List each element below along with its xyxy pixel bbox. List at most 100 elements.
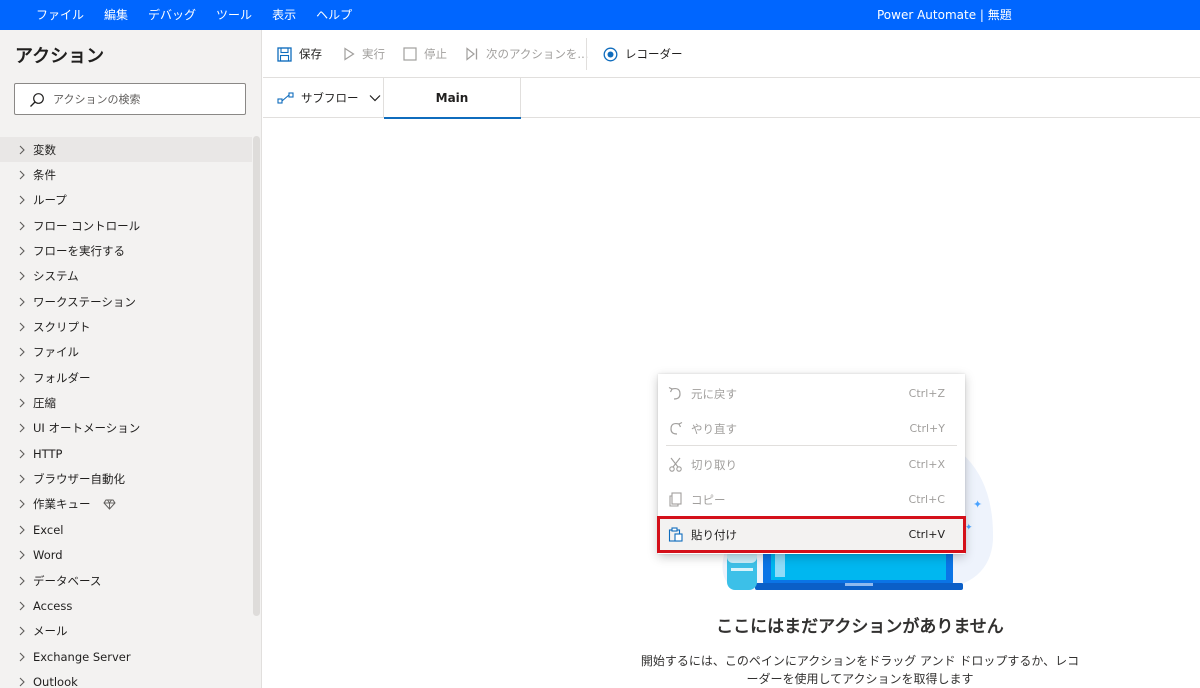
- tree-item-file[interactable]: ファイル: [0, 340, 252, 365]
- tree-item-label: Word: [33, 548, 63, 563]
- shortcut-label: Ctrl+V: [908, 528, 945, 541]
- menu-debug[interactable]: デバッグ: [138, 0, 206, 30]
- menu-divider: [666, 445, 957, 446]
- chevron-right-icon: [18, 398, 30, 408]
- tree-item-conditionals[interactable]: 条件: [0, 162, 252, 187]
- undo-icon: [668, 386, 683, 401]
- chevron-right-icon: [18, 297, 30, 307]
- tree-item-database[interactable]: データベース: [0, 568, 252, 593]
- app-title: Power Automate | 無題: [877, 8, 1012, 22]
- redo-icon: [668, 421, 683, 436]
- tree-item-label: フローを実行する: [33, 244, 125, 259]
- shortcut-label: Ctrl+C: [908, 493, 945, 506]
- menu-view[interactable]: 表示: [262, 0, 306, 30]
- stop-button[interactable]: 停止: [403, 30, 447, 78]
- action-search-box[interactable]: [14, 83, 246, 115]
- tree-item-work-queues[interactable]: 作業キュー: [0, 492, 252, 517]
- menu-item-copy[interactable]: コピー Ctrl+C: [658, 482, 965, 517]
- tree-item-browser-automation[interactable]: ブラウザー自動化: [0, 466, 252, 491]
- empty-state-title: ここにはまだアクションがありません: [716, 617, 1004, 637]
- save-button[interactable]: 保存: [277, 30, 322, 78]
- tree-item-label: フロー コントロール: [33, 218, 141, 233]
- menu-tools[interactable]: ツール: [206, 0, 262, 30]
- tree-item-label: ワークステーション: [33, 294, 136, 309]
- tree-item-label: フォルダー: [33, 370, 91, 385]
- run-next-action-label: 次のアクションを...: [486, 47, 589, 61]
- save-icon: [277, 46, 292, 62]
- subflow-tabs-bar: サブフロー Main: [263, 78, 1200, 119]
- subflow-icon: [277, 91, 295, 105]
- chevron-right-icon: [18, 195, 30, 205]
- shortcut-label: Ctrl+X: [908, 458, 945, 471]
- tree-item-access[interactable]: Access: [0, 593, 252, 618]
- tree-item-scripting[interactable]: スクリプト: [0, 314, 252, 339]
- tree-item-loops[interactable]: ループ: [0, 188, 252, 213]
- tree-item-label: スクリプト: [33, 320, 91, 335]
- tab-main-label: Main: [435, 91, 469, 105]
- recorder-button[interactable]: レコーダー: [603, 30, 683, 78]
- chevron-right-icon: [18, 626, 30, 636]
- action-tree: 変数 条件 ループ フロー コントロール フローを実行する システム ワークステ…: [0, 137, 252, 688]
- play-icon: [343, 47, 355, 61]
- tree-item-http[interactable]: HTTP: [0, 441, 252, 466]
- run-next-action-button[interactable]: 次のアクションを...: [465, 30, 588, 78]
- tree-item-label: Exchange Server: [33, 649, 131, 664]
- tree-item-exchange-server[interactable]: Exchange Server: [0, 644, 252, 669]
- run-button[interactable]: 実行: [343, 30, 385, 78]
- tree-item-email[interactable]: メール: [0, 619, 252, 644]
- menu-item-cut[interactable]: 切り取り Ctrl+X: [658, 447, 965, 482]
- tree-item-outlook[interactable]: Outlook: [0, 669, 252, 688]
- chevron-right-icon: [18, 550, 30, 560]
- menu-file[interactable]: ファイル: [26, 0, 94, 30]
- menu-item-label: 切り取り: [691, 457, 737, 472]
- chevron-right-icon: [18, 652, 30, 662]
- tree-item-label: 条件: [33, 168, 56, 183]
- tree-item-label: メール: [33, 624, 68, 639]
- copy-icon: [668, 492, 683, 507]
- step-forward-icon: [465, 47, 479, 61]
- tree-item-system[interactable]: システム: [0, 264, 252, 289]
- menu-edit[interactable]: 編集: [94, 0, 138, 30]
- tree-item-ui-automation[interactable]: UI オートメーション: [0, 416, 252, 441]
- menu-item-paste[interactable]: 貼り付け Ctrl+V: [657, 516, 966, 553]
- chevron-right-icon: [18, 347, 30, 357]
- tree-item-run-flow[interactable]: フローを実行する: [0, 238, 252, 263]
- context-menu: 元に戻す Ctrl+Z やり直す Ctrl+Y 切り取り Ctrl+X コピー …: [657, 374, 966, 554]
- tree-item-word[interactable]: Word: [0, 543, 252, 568]
- tree-item-label: 変数: [33, 142, 56, 157]
- svg-text:✦: ✦: [973, 498, 982, 511]
- tree-item-label: 圧縮: [33, 396, 56, 411]
- chevron-right-icon: [18, 246, 30, 256]
- tree-item-label: UI オートメーション: [33, 421, 141, 436]
- tree-item-variables[interactable]: 変数: [0, 137, 252, 163]
- tree-item-excel[interactable]: Excel: [0, 517, 252, 542]
- tree-item-workstation[interactable]: ワークステーション: [0, 289, 252, 314]
- tree-item-flow-control[interactable]: フロー コントロール: [0, 213, 252, 238]
- toolbar: 保存 実行 停止 次のアクションを... レコーダー: [263, 30, 1200, 78]
- chevron-right-icon: [18, 271, 30, 281]
- tree-item-compression[interactable]: 圧縮: [0, 390, 252, 415]
- stop-icon: [403, 47, 417, 61]
- scissors-icon: [668, 457, 683, 472]
- actions-scrollbar[interactable]: [253, 136, 260, 616]
- menu-help[interactable]: ヘルプ: [306, 0, 362, 30]
- chevron-right-icon: [18, 322, 30, 332]
- chevron-down-icon: [369, 94, 381, 102]
- tree-item-label: ブラウザー自動化: [33, 472, 125, 487]
- tree-item-label: Excel: [33, 522, 64, 537]
- tree-item-label: HTTP: [33, 446, 63, 461]
- record-icon: [603, 47, 618, 62]
- menu-item-undo[interactable]: 元に戻す Ctrl+Z: [658, 376, 965, 411]
- toolbar-divider: [586, 38, 587, 70]
- tab-main[interactable]: Main: [384, 78, 521, 119]
- menu-item-redo[interactable]: やり直す Ctrl+Y: [658, 411, 965, 446]
- save-label: 保存: [299, 47, 322, 61]
- subflows-dropdown[interactable]: サブフロー: [263, 78, 384, 118]
- tree-item-folder[interactable]: フォルダー: [0, 365, 252, 390]
- run-label: 実行: [362, 47, 385, 61]
- title-bar: ファイル 編集 デバッグ ツール 表示 ヘルプ Power Automate |…: [0, 0, 1200, 30]
- chevron-right-icon: [18, 145, 30, 155]
- chevron-right-icon: [18, 677, 30, 687]
- tree-item-label: データベース: [33, 573, 102, 588]
- action-search-input[interactable]: [53, 90, 238, 108]
